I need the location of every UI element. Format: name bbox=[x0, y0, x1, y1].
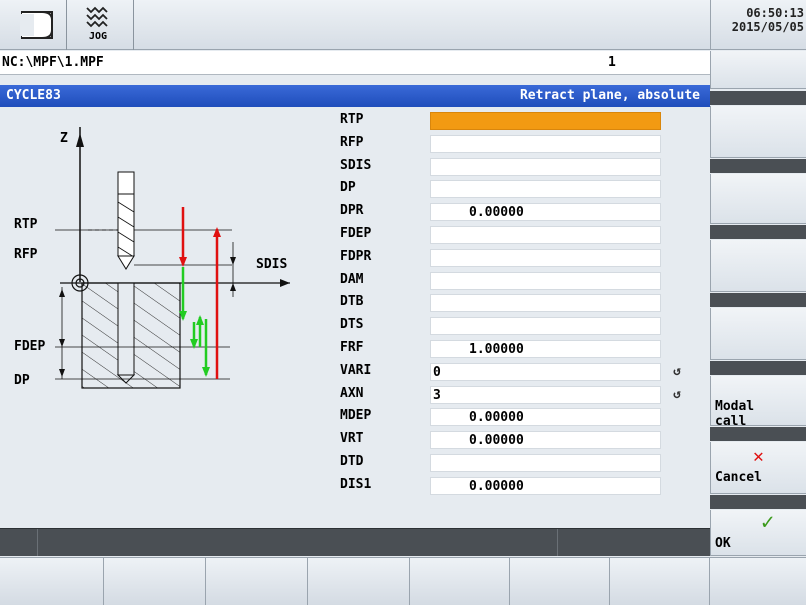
param-field-dts[interactable] bbox=[430, 317, 661, 335]
status-bar bbox=[0, 528, 710, 556]
softkey-h4[interactable] bbox=[308, 557, 410, 605]
softkey-v4[interactable] bbox=[710, 240, 806, 292]
param-value: 0.00000 bbox=[469, 479, 524, 494]
param-field-dam[interactable] bbox=[430, 272, 661, 290]
drilling-diagram: Z RTP RFP SDIS FDEP DP bbox=[0, 107, 330, 527]
jog-icon: JOG bbox=[78, 4, 118, 46]
param-field-fdpr[interactable] bbox=[430, 249, 661, 267]
channel-number: 1 bbox=[608, 55, 616, 70]
rfp-label: RFP bbox=[14, 247, 38, 262]
param-label-dis1: DIS1 bbox=[340, 477, 372, 492]
softkey-h8[interactable] bbox=[710, 557, 806, 605]
z-axis-label: Z bbox=[60, 131, 68, 146]
param-field-rtp[interactable] bbox=[430, 112, 661, 130]
program-path-bar: NC:\MPF\1.MPF 1 bbox=[0, 51, 710, 75]
param-field-vari[interactable]: 0 bbox=[430, 363, 661, 381]
softkey-h7[interactable] bbox=[610, 557, 710, 605]
param-field-mdep[interactable]: 0.00000 bbox=[430, 408, 661, 426]
softkey-h6[interactable] bbox=[510, 557, 610, 605]
softkey-v3[interactable] bbox=[710, 174, 806, 224]
param-label-dts: DTS bbox=[340, 317, 364, 332]
modal-call-button[interactable]: Modal call bbox=[710, 376, 806, 429]
param-label-fdpr: FDPR bbox=[340, 249, 372, 264]
param-label-frf: FRF bbox=[340, 340, 364, 355]
param-label-dtb: DTB bbox=[340, 294, 364, 309]
param-label-vari: VARI bbox=[340, 363, 372, 378]
param-value: 0.00000 bbox=[469, 205, 524, 220]
param-label-rfp: RFP bbox=[340, 135, 364, 150]
softkey-h3[interactable] bbox=[206, 557, 308, 605]
program-status-icon bbox=[20, 8, 64, 42]
param-label-mdep: MDEP bbox=[340, 408, 372, 423]
clock: 06:50:13 2015/05/05 bbox=[712, 6, 804, 34]
modal-call-label: Modal call bbox=[715, 399, 755, 429]
cancel-label: Cancel bbox=[715, 470, 762, 485]
param-value: 0 bbox=[433, 365, 441, 380]
param-label-vrt: VRT bbox=[340, 431, 364, 446]
ok-button[interactable]: ✓ OK bbox=[710, 510, 806, 556]
time: 06:50:13 bbox=[746, 6, 804, 20]
softkey-h2[interactable] bbox=[104, 557, 206, 605]
cycle-title-bar: CYCLE83 Retract plane, absolute bbox=[0, 85, 710, 107]
param-label-dp: DP bbox=[340, 180, 356, 195]
param-label-sdis: SDIS bbox=[340, 158, 372, 173]
date: 2015/05/05 bbox=[731, 20, 804, 34]
dp-label: DP bbox=[14, 373, 30, 388]
param-field-fdep[interactable] bbox=[430, 226, 661, 244]
param-field-sdis[interactable] bbox=[430, 158, 661, 176]
param-field-dtd[interactable] bbox=[430, 454, 661, 472]
toggle-icon[interactable]: ↺ bbox=[669, 386, 685, 404]
param-field-dpr[interactable]: 0.00000 bbox=[430, 203, 661, 221]
top-bar: JOG bbox=[0, 0, 710, 50]
param-field-dtb[interactable] bbox=[430, 294, 661, 312]
param-label-dam: DAM bbox=[340, 272, 364, 287]
softkey-v2[interactable] bbox=[710, 106, 806, 158]
param-field-frf[interactable]: 1.00000 bbox=[430, 340, 661, 358]
softkey-h5[interactable] bbox=[410, 557, 510, 605]
param-label-rtp: RTP bbox=[340, 112, 364, 127]
cancel-button[interactable]: ✕ Cancel bbox=[710, 442, 806, 494]
param-field-vrt[interactable]: 0.00000 bbox=[430, 431, 661, 449]
param-value: 0.00000 bbox=[469, 433, 524, 448]
check-icon: ✓ bbox=[761, 510, 775, 535]
cycle-name: CYCLE83 bbox=[6, 88, 61, 103]
softkey-h1[interactable] bbox=[0, 557, 104, 605]
param-label-axn: AXN bbox=[340, 386, 364, 401]
mode-label: JOG bbox=[88, 31, 108, 42]
param-field-dp[interactable] bbox=[430, 180, 661, 198]
param-label-dpr: DPR bbox=[340, 203, 364, 218]
softkey-v1[interactable] bbox=[710, 51, 806, 89]
program-path: NC:\MPF\1.MPF bbox=[2, 55, 104, 70]
param-value: 1.00000 bbox=[469, 342, 524, 357]
cancel-icon: ✕ bbox=[753, 446, 764, 467]
param-label-dtd: DTD bbox=[340, 454, 364, 469]
sdis-label: SDIS bbox=[256, 257, 288, 272]
param-label-fdep: FDEP bbox=[340, 226, 372, 241]
ok-label: OK bbox=[715, 536, 731, 551]
cycle-form: Z RTP RFP SDIS FDEP DP RTP RFP SDIS DP DPR 0.… bbox=[0, 107, 710, 528]
toggle-icon[interactable]: ↺ bbox=[669, 363, 685, 381]
param-field-rfp[interactable] bbox=[430, 135, 661, 153]
param-field-axn[interactable]: 3 bbox=[430, 386, 661, 404]
rtp-label: RTP bbox=[14, 217, 38, 232]
fdep-label: FDEP bbox=[14, 339, 46, 354]
softkey-v5[interactable] bbox=[710, 308, 806, 360]
parameter-hint: Retract plane, absolute bbox=[519, 88, 700, 103]
param-value: 0.00000 bbox=[469, 410, 524, 425]
param-value: 3 bbox=[433, 388, 441, 403]
param-field-dis1[interactable]: 0.00000 bbox=[430, 477, 661, 495]
